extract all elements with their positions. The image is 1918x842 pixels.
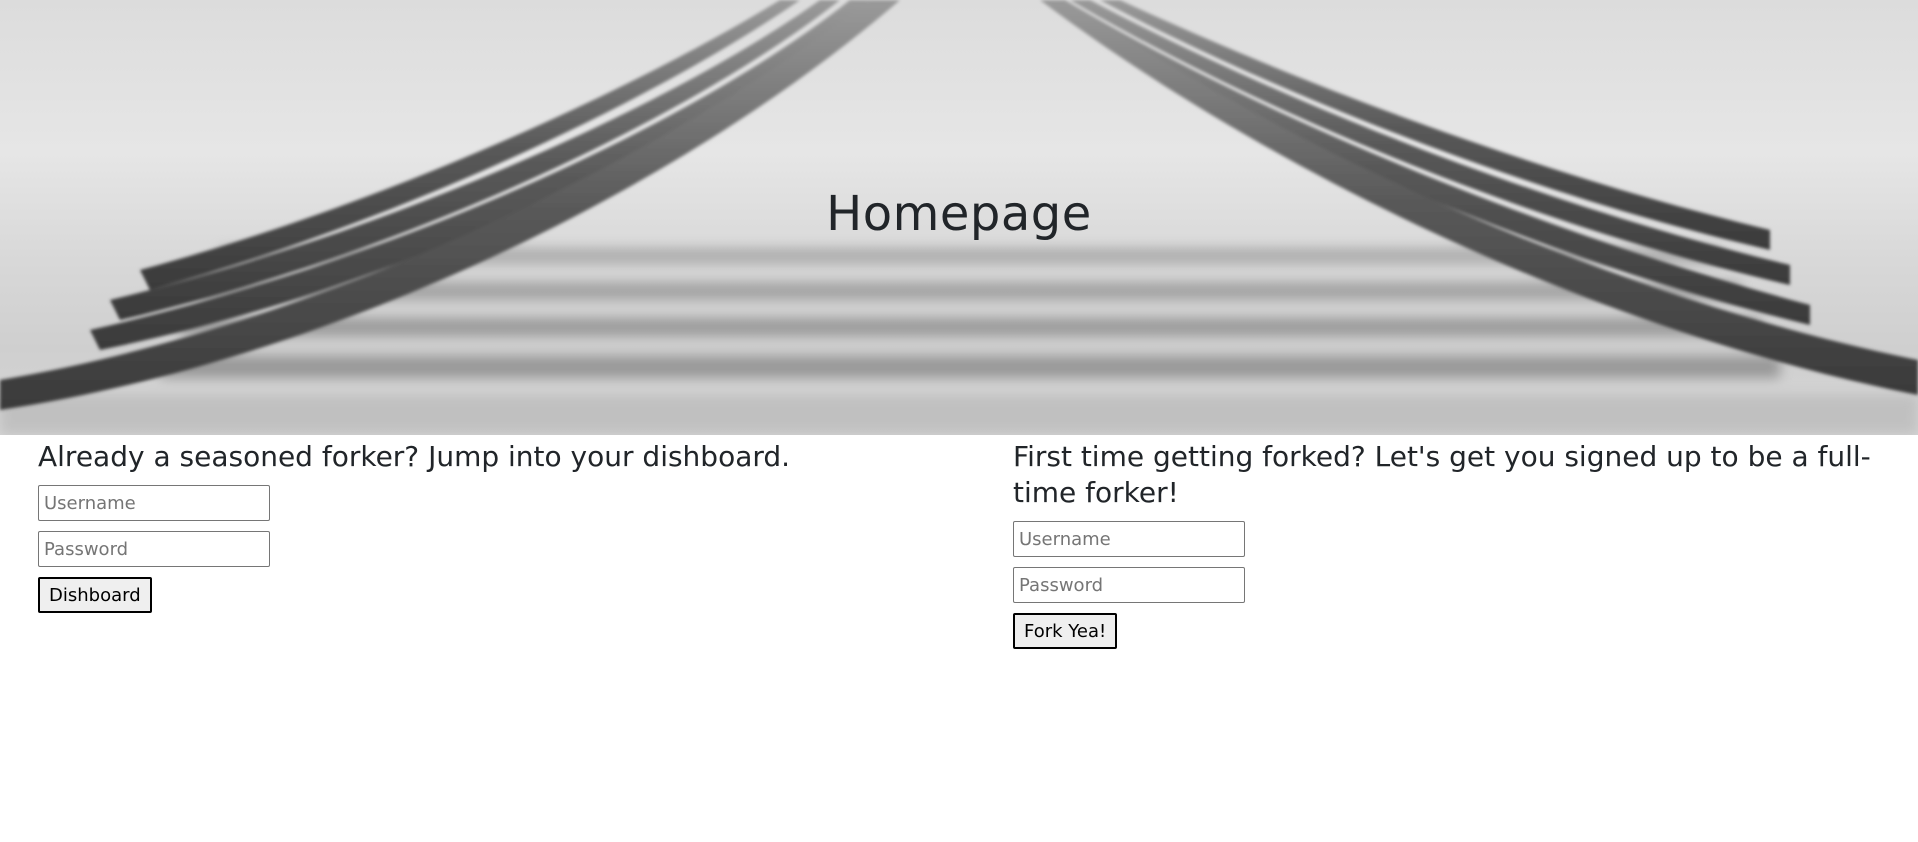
fork-yea-button[interactable]: Fork Yea! <box>1013 613 1118 649</box>
signup-password-input[interactable] <box>1013 567 1245 603</box>
login-form: Already a seasoned forker? Jump into you… <box>38 435 968 613</box>
signup-heading: First time getting forked? Let's get you… <box>1013 440 1871 509</box>
signup-username-input[interactable] <box>1013 521 1245 557</box>
login-heading: Already a seasoned forker? Jump into you… <box>38 440 791 473</box>
login-password-input[interactable] <box>38 531 270 567</box>
signup-form: First time getting forked? Let's get you… <box>1013 435 1873 649</box>
hero-banner: Homepage <box>0 0 1918 435</box>
dishboard-button[interactable]: Dishboard <box>38 577 152 613</box>
login-username-input[interactable] <box>38 485 270 521</box>
auth-forms: Already a seasoned forker? Jump into you… <box>0 435 1918 842</box>
page-title: Homepage <box>826 186 1092 242</box>
